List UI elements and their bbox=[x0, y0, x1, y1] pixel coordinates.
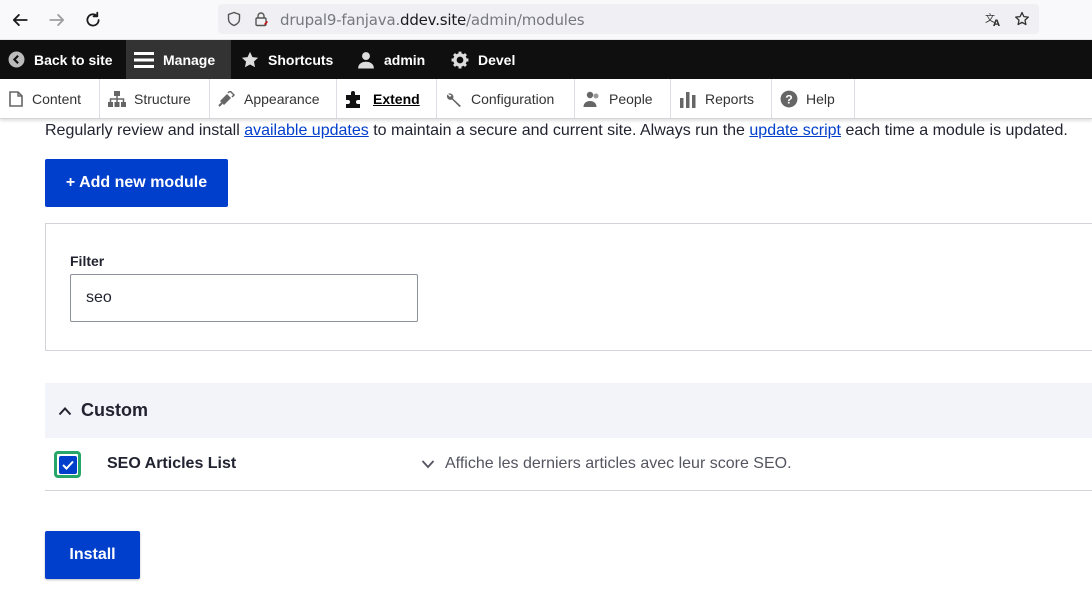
add-new-module-button[interactable]: + Add new module bbox=[45, 159, 228, 207]
available-updates-link[interactable]: available updates bbox=[244, 122, 369, 139]
tray-item-configuration[interactable]: Configuration bbox=[437, 79, 575, 118]
wrench-icon bbox=[446, 92, 461, 107]
back-circle-icon bbox=[8, 51, 25, 68]
browser-bar: drupal9-fanjava.ddev.site/admin/modules … bbox=[0, 0, 1092, 40]
back-to-site-link[interactable]: Back to site bbox=[0, 40, 126, 79]
tray-item-help[interactable]: ? Help bbox=[772, 79, 855, 118]
update-script-link[interactable]: update script bbox=[749, 122, 841, 139]
svg-text:A: A bbox=[993, 19, 1000, 27]
user-tab[interactable]: admin bbox=[349, 40, 439, 79]
module-name[interactable]: SEO Articles List bbox=[107, 455, 236, 473]
tray-item-people[interactable]: People bbox=[575, 79, 671, 118]
module-description[interactable]: Affiche les derniers articles avec leur … bbox=[421, 455, 792, 473]
address-bar[interactable]: drupal9-fanjava.ddev.site/admin/modules … bbox=[218, 4, 1039, 34]
url-text: drupal9-fanjava.ddev.site/admin/modules bbox=[280, 11, 585, 29]
people-icon bbox=[583, 91, 599, 107]
lock-icon[interactable] bbox=[253, 11, 269, 27]
menu-icon bbox=[134, 51, 154, 68]
puzzle-piece-icon bbox=[346, 90, 360, 108]
user-label: admin bbox=[384, 51, 426, 68]
install-button[interactable]: Install bbox=[45, 531, 140, 579]
gear-icon bbox=[451, 51, 469, 68]
module-row: SEO Articles List Affiche les derniers a… bbox=[45, 438, 1092, 491]
paint-roller-icon bbox=[218, 90, 236, 107]
filter-label: Filter bbox=[70, 253, 105, 269]
svg-text:?: ? bbox=[785, 92, 793, 106]
document-icon bbox=[9, 90, 23, 107]
translate-icon[interactable]: 文A bbox=[985, 11, 1001, 27]
help-circle-icon: ? bbox=[780, 90, 798, 107]
module-group-header[interactable]: Custom bbox=[45, 383, 1092, 438]
chevron-up-icon bbox=[58, 406, 72, 415]
shield-icon[interactable] bbox=[226, 11, 242, 27]
help-text: Regularly review and install available u… bbox=[45, 122, 1068, 139]
tray-item-extend[interactable]: Extend bbox=[337, 79, 437, 118]
back-to-site-label: Back to site bbox=[34, 51, 113, 68]
admin-toolbar: Back to site Manage Shortcuts admin Deve… bbox=[0, 40, 1092, 79]
manage-label: Manage bbox=[163, 51, 216, 68]
filter-input[interactable]: seo bbox=[70, 274, 418, 322]
bar-chart-icon bbox=[680, 91, 696, 108]
reload-icon[interactable] bbox=[80, 7, 106, 33]
back-arrow-icon[interactable] bbox=[7, 7, 33, 33]
forward-arrow-icon[interactable] bbox=[44, 7, 70, 33]
filter-fieldset: Filter seo bbox=[45, 223, 1092, 351]
tray-item-reports[interactable]: Reports bbox=[671, 79, 772, 118]
star-bookmark-icon[interactable] bbox=[1014, 11, 1030, 27]
person-icon bbox=[358, 51, 374, 68]
tray-item-appearance[interactable]: Appearance bbox=[210, 79, 337, 118]
shortcuts-label: Shortcuts bbox=[268, 51, 334, 68]
check-icon bbox=[58, 455, 77, 474]
devel-tab[interactable]: Devel bbox=[443, 40, 523, 79]
devel-label: Devel bbox=[478, 51, 516, 68]
admin-tray: Content Structure Appearance Extend Conf… bbox=[0, 79, 1092, 119]
shortcuts-tab[interactable]: Shortcuts bbox=[233, 40, 343, 79]
chevron-down-icon bbox=[421, 460, 435, 469]
module-group-title: Custom bbox=[81, 400, 148, 420]
star-icon bbox=[241, 51, 259, 67]
manage-tab[interactable]: Manage bbox=[126, 40, 231, 79]
sitemap-icon bbox=[108, 90, 126, 107]
tray-item-structure[interactable]: Structure bbox=[100, 79, 210, 118]
module-checkbox[interactable] bbox=[54, 451, 81, 478]
tray-item-content[interactable]: Content bbox=[0, 79, 100, 118]
